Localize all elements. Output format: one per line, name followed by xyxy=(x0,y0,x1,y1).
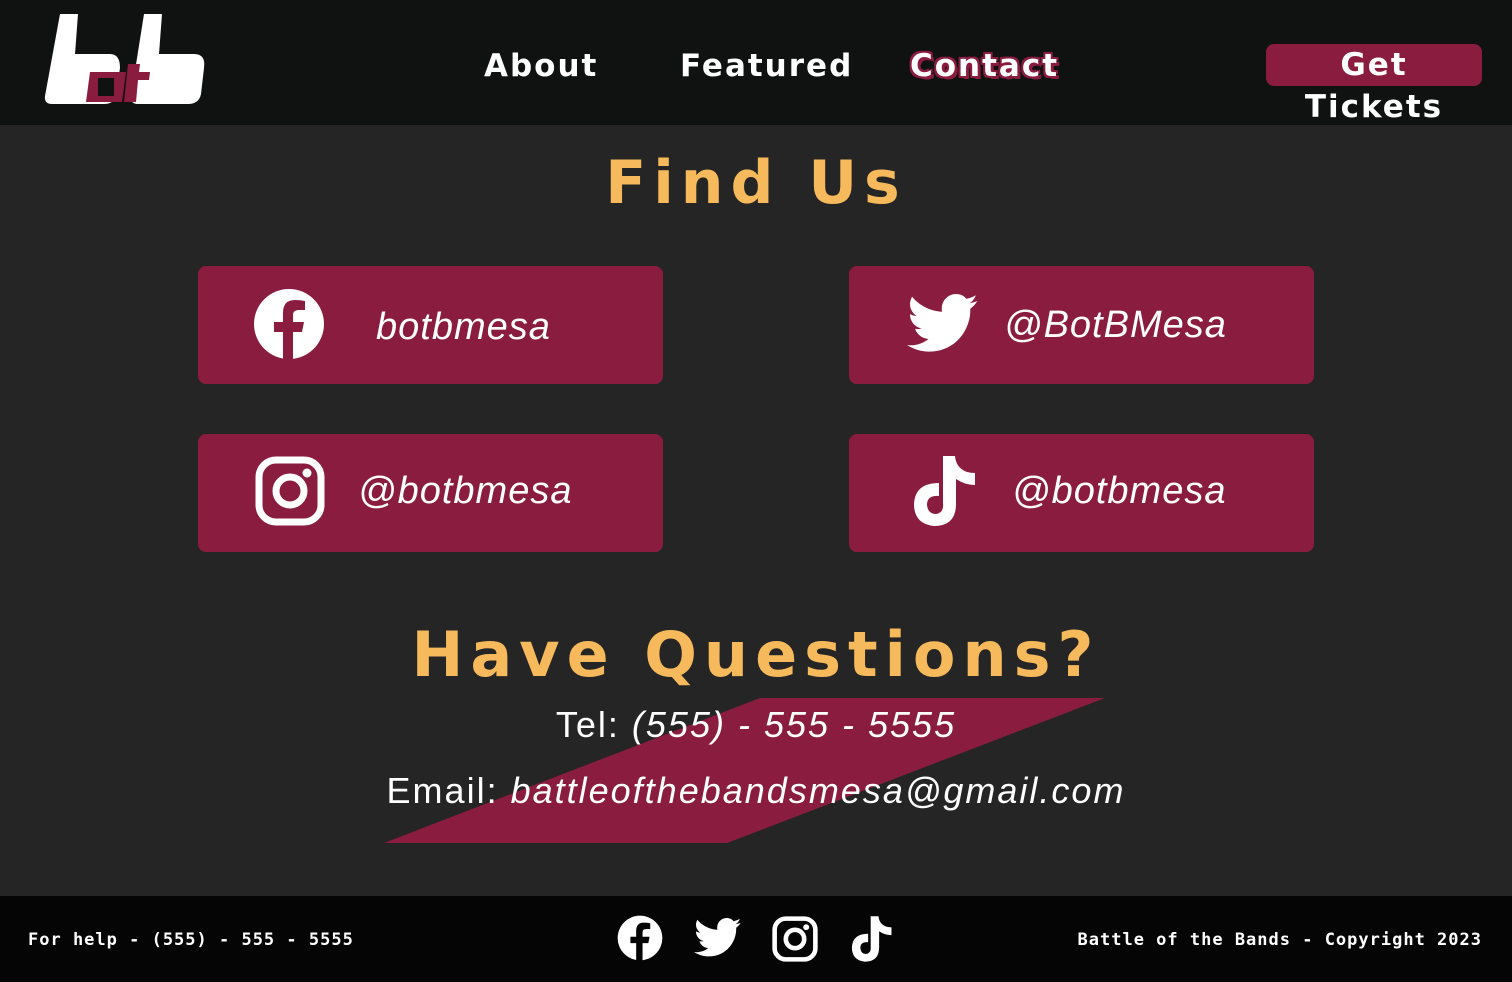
footer-facebook-icon[interactable] xyxy=(617,915,663,961)
footer-instagram-icon[interactable] xyxy=(772,916,818,962)
phone-line: Tel: (555) - 555 - 5555 xyxy=(0,704,1512,746)
email-label: Email: xyxy=(386,770,499,811)
phone-value[interactable]: (555) - 555 - 5555 xyxy=(632,704,956,745)
footer-copyright: Battle of the Bands - Copyright 2023 xyxy=(1077,930,1482,950)
footer-tiktok-icon[interactable] xyxy=(851,915,893,963)
accent-band xyxy=(384,698,1105,843)
email-line: Email: battleofthebandsmesa@gmail.com xyxy=(0,770,1512,812)
footer-twitter-icon[interactable] xyxy=(694,918,742,958)
email-value[interactable]: battleofthebandsmesa@gmail.com xyxy=(511,770,1126,811)
footer-help-text: For help - (555) - 555 - 5555 xyxy=(28,930,354,950)
phone-label: Tel: xyxy=(555,704,620,745)
